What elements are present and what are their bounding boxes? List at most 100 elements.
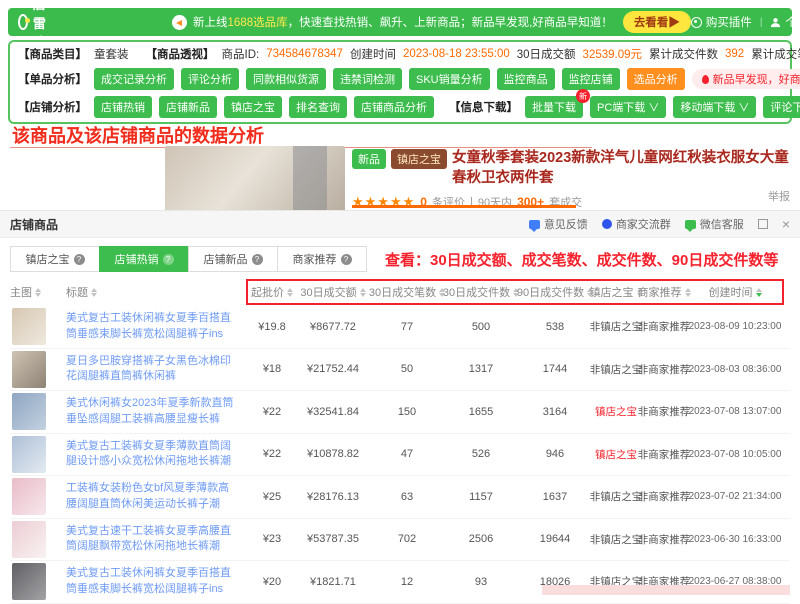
cell-units30: 1157 (444, 491, 518, 503)
cell-units90: 538 (518, 321, 592, 333)
product-thumb[interactable] (12, 351, 46, 388)
cell-gmv30: ¥28176.13 (296, 491, 370, 503)
thumb-cell (10, 308, 66, 345)
sort-icon[interactable] (287, 288, 293, 297)
header-thumb[interactable]: 主图 (10, 284, 66, 300)
sku-sales-analysis-button[interactable]: SKU销量分析 (409, 68, 490, 90)
go-see-button[interactable]: 去看看▶ (623, 11, 691, 33)
mobile-download-button[interactable]: 移动端下载 ∨ (673, 96, 756, 118)
red-annotation-data-analysis: 该商品及该店铺商品的数据分析 (12, 122, 264, 148)
pc-download-button[interactable]: PC端下载 ∨ (590, 96, 666, 118)
table-row[interactable]: 美式复古速干工装裤女夏季高腰直筒阔腿飘带宽松休闲拖地长裤潮 ¥23 ¥53787… (10, 519, 790, 562)
account-link[interactable]: 个人中心 (770, 14, 800, 30)
shop-treasure-button[interactable]: 镇店之宝 (224, 96, 282, 118)
header-units30[interactable]: 30日成交件数 (444, 284, 518, 300)
batch-download-button[interactable]: 批量下载 (525, 96, 583, 118)
product-title-link[interactable]: 美式复古工装休闲裤女夏季百搭直筒垂感束脚长裤宽松阔腿裤子ins (66, 311, 246, 342)
promo-pill[interactable]: 新品早发现，好商品早知道! (692, 69, 800, 89)
divider: | (760, 17, 763, 28)
table-row[interactable]: 美式复古工装休闲裤女夏季百搭直筒垂感束脚长裤宽松阔腿裤子ins ¥20 ¥182… (10, 561, 790, 604)
plugin-icon (691, 17, 702, 28)
cell-created: 2023-08-09 10:23:00 (688, 321, 782, 332)
cell-recommend: 非商家推荐 (640, 489, 688, 504)
header-recommend[interactable]: 商家推荐 (640, 284, 688, 300)
product-title-link[interactable]: 美式复古工装裤女夏季薄款直筒阔腿设计感小众宽松休闲拖地长裤潮 (66, 439, 246, 470)
merchant-group-link[interactable]: 商家交流群 (602, 216, 671, 232)
product-title-link[interactable]: 美式休闲裤女2023年夏季新款直筒垂坠感阔腿工装裤高腰显瘦长裤 (66, 396, 246, 427)
table-row[interactable]: 夏日多巴胺穿搭裤子女黑色冰棉印花阔腿裤直筒裤休闲裤 ¥18 ¥21752.44 … (10, 349, 790, 392)
sort-icon-active[interactable] (756, 288, 762, 297)
cell-units30: 1655 (444, 406, 518, 418)
panel-header: 店铺商品 意见反馈 商家交流群 微信客服 × (0, 211, 800, 238)
cell-units90: 946 (518, 448, 592, 460)
cell-orders30: 47 (370, 448, 444, 460)
shop-hot-button[interactable]: 店铺热销 (94, 96, 152, 118)
title-cell: 美式复古速干工装裤女夏季高腰直筒阔腿飘带宽松休闲拖地长裤潮 (66, 524, 246, 555)
header-title[interactable]: 标题 (66, 284, 246, 300)
product-thumb[interactable] (12, 521, 46, 558)
cell-bestseller: 镇店之宝 (592, 447, 640, 462)
tab-merchant-recommend[interactable]: 商家推荐? (277, 246, 367, 272)
product-thumb[interactable] (12, 393, 46, 430)
header-bestseller[interactable]: 镇店之宝 (592, 284, 640, 300)
shop-product-analysis-button[interactable]: 店铺商品分析 (354, 96, 434, 118)
sort-icon[interactable] (360, 288, 366, 297)
shop-analysis-row: 【店铺分析】 店铺热销 店铺新品 镇店之宝 排名查询 店铺商品分析 【信息下载】… (18, 96, 782, 118)
header-price[interactable]: 起批价 (248, 284, 296, 300)
deal-record-analysis-button[interactable]: 成交记录分析 (94, 68, 174, 90)
product-title-link[interactable]: 工装裤女装粉色女bf风夏季薄款高腰阔腿直筒休闲美运动长裤子潮 (66, 481, 246, 512)
field-label: 创建时间 (350, 46, 396, 62)
banned-word-check-button[interactable]: 违禁词检测 (333, 68, 402, 90)
product-toolbar: 【商品类目】 童套装 【商品透视】 商品ID:734584678347 创建时间… (8, 40, 792, 124)
cell-units90: 3164 (518, 406, 592, 418)
table-row[interactable]: 美式复古工装裤女夏季薄款直筒阔腿设计感小众宽松休闲拖地长裤潮 ¥22 ¥1087… (10, 434, 790, 477)
product-title-link[interactable]: 美式复古工装休闲裤女夏季百搭直筒垂感束脚长裤宽松阔腿裤子ins (66, 566, 246, 597)
report-link[interactable]: 举报 (768, 188, 790, 204)
cell-bestseller: 非镇店之宝 (592, 489, 640, 504)
cell-price: ¥22 (248, 406, 296, 418)
feedback-link[interactable]: 意见反馈 (529, 216, 588, 232)
product-title-link[interactable]: 夏日多巴胺穿搭裤子女黑色冰棉印花阔腿裤直筒裤休闲裤 (66, 354, 246, 385)
table-row[interactable]: 美式休闲裤女2023年夏季新款直筒垂坠感阔腿工装裤高腰显瘦长裤 ¥22 ¥325… (10, 391, 790, 434)
header-gmv30[interactable]: 30日成交额 (296, 284, 370, 300)
product-pick-analysis-button[interactable]: 选品分析 (627, 68, 685, 90)
help-icon[interactable]: ? (74, 254, 85, 265)
help-icon[interactable]: ? (341, 254, 352, 265)
shop-new-button[interactable]: 店铺新品 (159, 96, 217, 118)
help-icon[interactable]: ? (163, 254, 174, 265)
monitor-product-button[interactable]: 监控商品 (497, 68, 555, 90)
similar-supply-button[interactable]: 同款相似货源 (246, 68, 326, 90)
product-thumb[interactable] (12, 436, 46, 473)
sort-icon[interactable] (91, 288, 97, 297)
cell-units30: 526 (444, 448, 518, 460)
header-created[interactable]: 创建时间 (688, 284, 782, 300)
product-title-link[interactable]: 美式复古速干工装裤女夏季高腰直筒阔腿飘带宽松休闲拖地长裤潮 (66, 524, 246, 555)
review-download-button[interactable]: 评论下载 ∨ (763, 96, 800, 118)
fullscreen-icon[interactable] (758, 219, 768, 229)
cell-created: 2023-07-08 10:05:00 (688, 449, 782, 460)
product-main-image[interactable] (165, 146, 345, 210)
product-thumb[interactable] (12, 308, 46, 345)
rank-query-button[interactable]: 排名查询 (289, 96, 347, 118)
tab-store-treasure[interactable]: 镇店之宝? (10, 246, 100, 272)
tab-shop-hot[interactable]: 店铺热销? (99, 246, 189, 272)
table-row[interactable]: 工装裤女装粉色女bf风夏季薄款高腰阔腿直筒休闲美运动长裤子潮 ¥25 ¥2817… (10, 476, 790, 519)
cell-price: ¥18 (248, 363, 296, 375)
help-icon[interactable]: ? (252, 254, 263, 265)
table-header-row: 主图 标题 起批价 30日成交额 30日成交笔数 30日成交件数 90日成交件数… (10, 278, 790, 306)
header-orders30[interactable]: 30日成交笔数 (370, 284, 444, 300)
cell-units90: 1744 (518, 363, 592, 375)
tab-shop-new[interactable]: 店铺新品? (188, 246, 278, 272)
review-analysis-button[interactable]: 评论分析 (181, 68, 239, 90)
product-thumb[interactable] (12, 478, 46, 515)
wechat-service-link[interactable]: 微信客服 (685, 216, 744, 232)
sort-icon[interactable] (35, 288, 41, 297)
close-icon[interactable]: × (782, 217, 790, 231)
table-row[interactable]: 美式复古工装休闲裤女夏季百搭直筒垂感束脚长裤宽松阔腿裤子ins ¥19.8 ¥8… (10, 306, 790, 349)
cell-orders30: 150 (370, 406, 444, 418)
panel-tabs: 镇店之宝? 店铺热销? 店铺新品? 商家推荐? 查看：30日成交额、成交笔数、成… (10, 246, 790, 272)
header-units90[interactable]: 90日成交件数 (518, 284, 592, 300)
monitor-shop-button[interactable]: 监控店铺 (562, 68, 620, 90)
buy-plugin-link[interactable]: 购买插件 (691, 14, 752, 30)
cell-orders30: 63 (370, 491, 444, 503)
